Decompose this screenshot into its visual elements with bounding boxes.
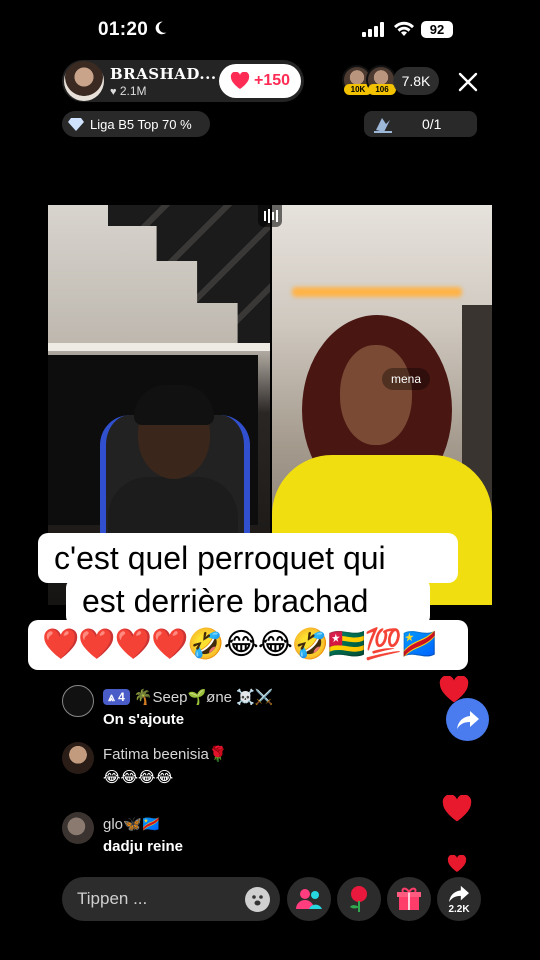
guest-name-tag[interactable]: mena — [382, 368, 430, 390]
league-label: Liga B5 Top 70 % — [90, 116, 192, 132]
status-time: 01:20 — [98, 19, 149, 40]
viewer-avatar[interactable]: 106 — [366, 65, 396, 95]
comment-user-row: Fatima beenisia🌹 — [103, 745, 228, 763]
host-likes: ♥ 2.1M — [110, 84, 147, 98]
share-count: 2.2K — [448, 904, 470, 915]
goal-progress: 0/1 — [422, 116, 442, 132]
wifi-icon — [394, 21, 414, 36]
commenter-avatar[interactable] — [62, 742, 94, 774]
comment-message: dadju reine — [103, 838, 184, 855]
close-icon[interactable] — [456, 70, 480, 94]
heart-icon: ♥ — [110, 86, 117, 98]
gift-icon — [397, 887, 421, 910]
multi-guest-button[interactable] — [287, 877, 331, 921]
floating-heart-icon — [442, 795, 472, 822]
share-button[interactable]: 2.2K — [437, 877, 481, 921]
heart-icon — [230, 72, 250, 89]
moon-icon — [155, 21, 167, 35]
viewer-badge: 106 — [368, 84, 396, 95]
goal-widget[interactable]: 0/1 — [364, 111, 477, 137]
share-arrow-icon — [449, 885, 469, 903]
caption-line-1: c'est quel perroquet qui — [38, 533, 458, 583]
person-right-head — [340, 345, 412, 445]
stairs-background — [108, 205, 270, 345]
caption-line-2: est derrière brachad — [66, 578, 430, 626]
status-bar: 01:20 92 — [0, 0, 540, 60]
signal-icon — [362, 22, 384, 37]
battery-indicator: 92 — [421, 21, 453, 38]
emoji-icon[interactable] — [245, 887, 270, 912]
floating-heart-icon — [447, 855, 467, 872]
league-badge[interactable]: Liga B5 Top 70 % — [62, 111, 210, 137]
comment-username: 🌴Seep🌱øne ☠️⚔️ — [133, 689, 274, 706]
goal-icon — [374, 118, 392, 133]
caption-line-3: ❤️❤️❤️❤️🤣😂😂🤣🇹🇬💯🇨🇩 — [28, 620, 468, 670]
shelf — [48, 343, 270, 351]
share-arrow-icon — [456, 710, 479, 729]
host-name: BRASHAD... — [110, 65, 217, 83]
rose-icon — [350, 886, 367, 912]
diamond-icon — [68, 118, 84, 131]
rose-gift-button[interactable] — [337, 877, 381, 921]
ceiling-light — [292, 287, 462, 297]
comment-message: 😂😂😂😂 — [103, 769, 174, 786]
comment-username: Fatima beenisia🌹 — [103, 746, 228, 763]
gift-button[interactable] — [387, 877, 431, 921]
comment-input[interactable]: Tippen ... — [62, 877, 280, 921]
comment-user-row: ⩓ 4 🌴Seep🌱øne ☠️⚔️ — [103, 688, 274, 706]
share-fab-button[interactable] — [446, 698, 489, 741]
comment-user-row: glo🦋🇨🇩 — [103, 815, 160, 833]
comment-message: On s'ajoute — [103, 711, 185, 728]
follow-button-label: +150 — [253, 72, 291, 89]
host-avatar[interactable] — [64, 61, 104, 101]
host-likes-count: 2.1M — [119, 84, 147, 98]
audio-bars-icon[interactable] — [258, 205, 282, 227]
level-number: 4 — [118, 690, 125, 704]
follow-button[interactable]: +150 — [219, 64, 301, 98]
comment-input-placeholder: Tippen ... — [77, 889, 148, 908]
level-badge: ⩓ 4 — [103, 689, 130, 705]
viewer-count[interactable]: 7.8K — [393, 67, 439, 95]
commenter-avatar[interactable] — [62, 685, 94, 717]
comment-username: glo🦋🇨🇩 — [103, 816, 161, 833]
commenter-avatar[interactable] — [62, 812, 94, 844]
people-icon — [296, 889, 322, 909]
